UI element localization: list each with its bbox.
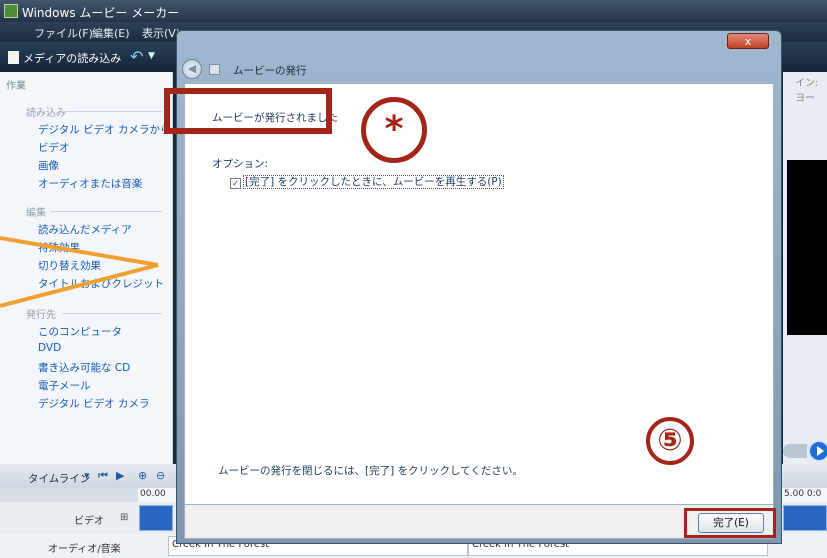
pointer-arrow	[0, 236, 159, 308]
arrow-line	[0, 236, 159, 267]
arrow-line	[0, 263, 159, 308]
